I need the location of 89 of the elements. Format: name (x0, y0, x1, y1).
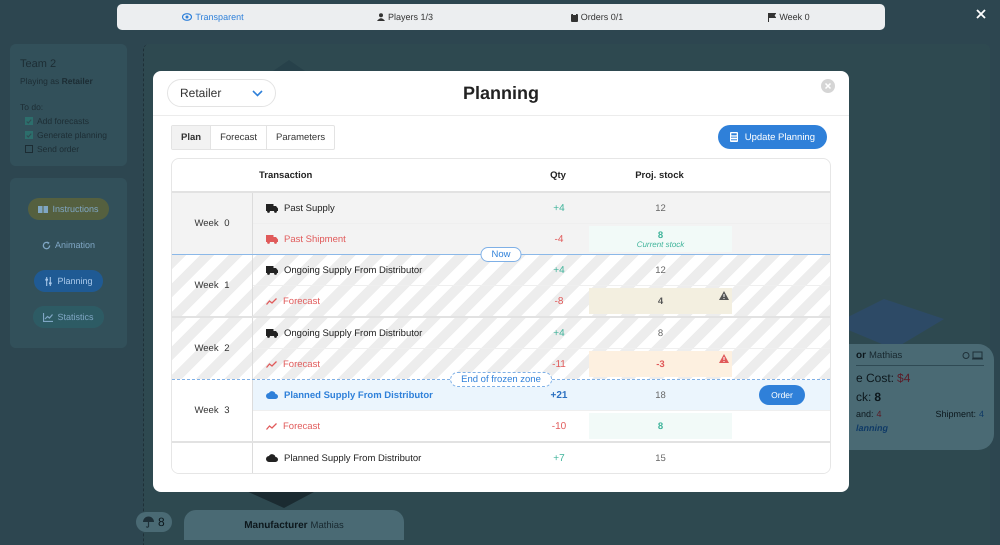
close-icon[interactable] (976, 9, 986, 19)
umbrella-icon (143, 516, 154, 528)
tab[interactable]: Parameters (266, 126, 334, 148)
checkbox[interactable] (25, 131, 33, 139)
refresh-icon (42, 240, 51, 250)
timeline-marker: Now (480, 247, 522, 262)
stock-value: 15 (655, 452, 666, 464)
warning-icon (719, 291, 729, 300)
transaction-label: Forecast (283, 296, 320, 306)
book-icon (38, 205, 48, 213)
week-label: Week 1 (194, 280, 230, 291)
transaction-label: Planned Supply From Distributor (284, 452, 422, 464)
node-role: Manufacturer (244, 520, 308, 530)
shipment-label: Shipment: (935, 409, 976, 419)
timeline-marker: End of frozen zone (450, 372, 552, 387)
stock-value: 8 (658, 328, 664, 338)
node-status: lanning (856, 423, 889, 433)
tab[interactable]: Plan (172, 126, 210, 148)
truck-icon (266, 328, 278, 338)
role-select[interactable]: Retailer (167, 79, 276, 107)
chart-icon (43, 312, 54, 322)
flag-icon (768, 12, 776, 22)
stock-value: 18 (655, 390, 666, 400)
week-label: Week 3 (194, 405, 230, 416)
cost-label: e Cost: (856, 371, 894, 385)
column-header: Qty (549, 170, 567, 180)
calculator-icon (730, 132, 738, 142)
qty-cell-text: -4 (554, 232, 564, 246)
qty-cell-text: +21 (550, 388, 568, 402)
truck-icon (266, 234, 278, 244)
top-bar-item[interactable]: Week 0 (693, 12, 885, 22)
clipboard-icon (570, 12, 578, 22)
trend-line-icon (266, 360, 277, 368)
column-header: Proj. stock (634, 170, 685, 180)
nav-button[interactable]: Planning (34, 270, 103, 292)
stock-value: 8 (658, 420, 664, 432)
sliders-icon (44, 276, 54, 286)
stock-value: 4 (658, 296, 664, 306)
transaction-label: Past Supply (284, 202, 335, 214)
truck-icon (266, 266, 278, 274)
checkbox[interactable] (25, 145, 33, 153)
cloud-icon (266, 454, 278, 462)
eye-icon (182, 13, 192, 21)
cloud-icon (266, 391, 278, 399)
week-label: Week 2 (194, 343, 230, 354)
cost-value: $4 (897, 371, 910, 385)
transaction-label: Forecast (283, 420, 320, 432)
demand-label: and: (856, 409, 874, 419)
transaction-label: Past Shipment (284, 234, 346, 244)
update-planning-button[interactable]: Update Planning (718, 125, 827, 149)
top-bar-item[interactable]: Orders 0/1 (501, 12, 693, 22)
qty-cell-text: +7 (552, 452, 566, 466)
transaction-label: Forecast (283, 358, 320, 370)
qty-cell-text: -10 (550, 420, 568, 434)
trend-line-icon (266, 422, 277, 430)
chevron-down-icon (252, 90, 263, 96)
trend-line-icon (266, 298, 277, 304)
stock-value: 8 (658, 230, 664, 240)
top-bar-item[interactable]: Players 1/3 (309, 12, 501, 22)
stock-value: 12 (655, 264, 666, 276)
dialog-title: Planning (463, 82, 539, 104)
qty-cell-text: +4 (552, 202, 566, 216)
column-header: Transaction (258, 170, 314, 180)
stock-badge: 8 (136, 512, 172, 532)
warning-icon (719, 354, 729, 363)
qty-cell-text: +4 (552, 326, 566, 340)
shipment-value: 4 (978, 409, 984, 419)
stock-value: 8 (874, 390, 882, 404)
transaction-label: Planned Supply From Distributor (284, 390, 433, 400)
qty-cell-text: +4 (552, 264, 566, 278)
tab[interactable]: Forecast (210, 126, 266, 148)
stock-value: -3 (656, 358, 665, 370)
transaction-label: Ongoing Supply From Distributor (284, 264, 422, 276)
transaction-label: Ongoing Supply From Distributor (284, 328, 422, 338)
checkbox[interactable] (25, 117, 33, 125)
stock-label: ck: (856, 390, 872, 404)
demand-value: 4 (876, 409, 882, 419)
order-button[interactable]: Order (759, 385, 805, 405)
node-player: Mathias (869, 350, 902, 361)
stock-note: Current stock (636, 240, 684, 248)
stock-value: 12 (655, 202, 666, 214)
refresh-laptop-icon (962, 351, 984, 360)
node-player: Mathias (310, 520, 344, 530)
truck-icon (266, 204, 278, 212)
qty-cell-text: -8 (554, 294, 564, 308)
qty-cell-text: -11 (551, 358, 567, 372)
week-label: Week 0 (194, 218, 230, 229)
node-role: or (856, 350, 866, 361)
person-icon (376, 13, 385, 21)
